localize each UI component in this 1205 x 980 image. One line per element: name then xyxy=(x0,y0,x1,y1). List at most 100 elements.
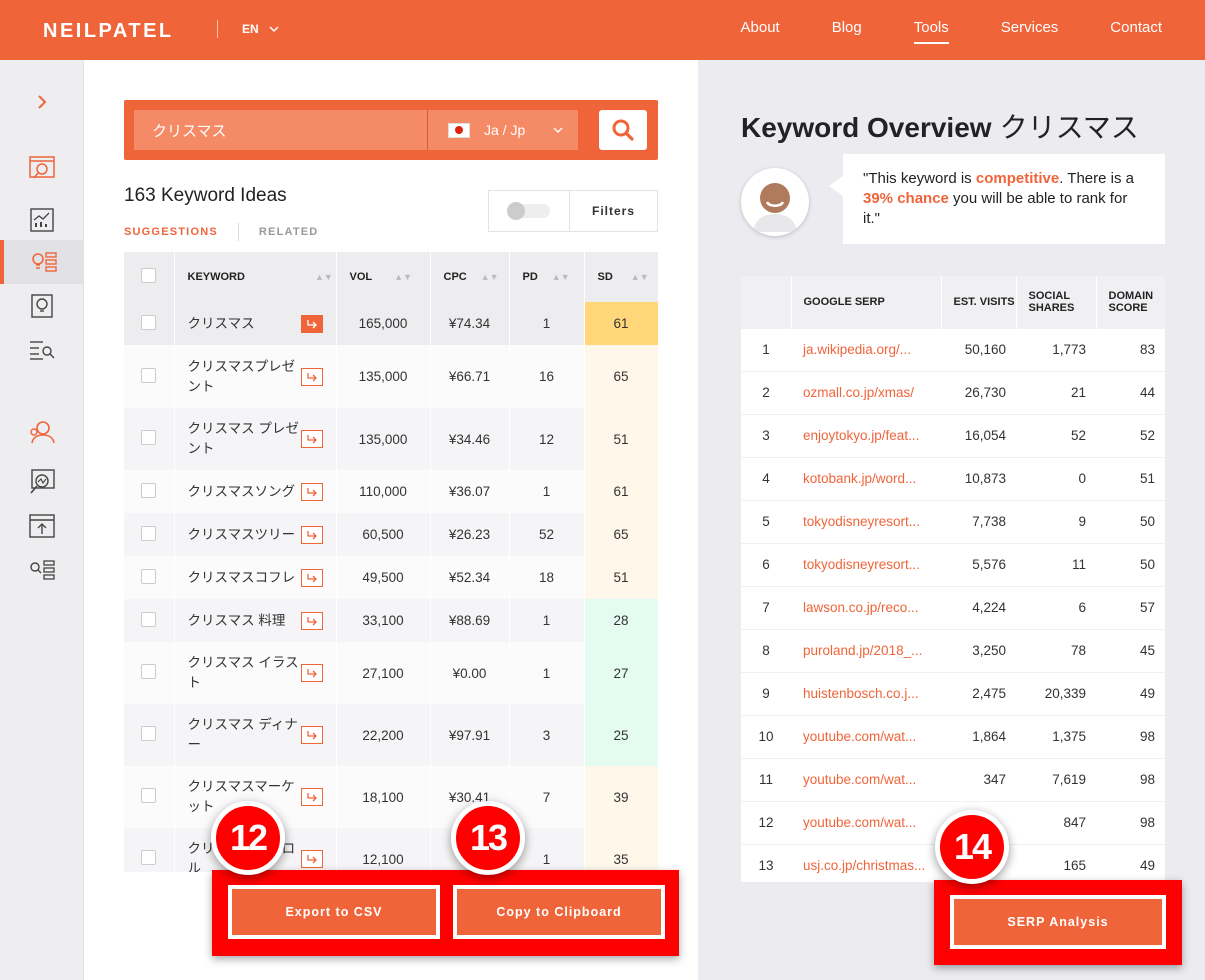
keyword-cell: クリスマスプレゼント xyxy=(174,345,337,408)
open-keyword-icon[interactable] xyxy=(300,788,323,806)
nav-blog[interactable]: Blog xyxy=(832,19,862,44)
table-row[interactable]: クリスマスキャロル 12,100 1 35 xyxy=(124,828,658,872)
social-shares-cell: 11 xyxy=(1016,542,1096,586)
table-row[interactable]: クリスマスコフレ 49,500 ¥52.34 18 51 xyxy=(124,556,658,599)
table-row[interactable]: クリスマスプレゼント 135,000 ¥66.71 16 65 xyxy=(124,345,658,408)
row-checkbox[interactable] xyxy=(141,367,157,383)
column-cpc[interactable]: CPC ▲▼ xyxy=(430,252,510,302)
pd-cell: 16 xyxy=(509,345,585,408)
row-checkbox[interactable] xyxy=(141,850,157,865)
sd-cell: 65 xyxy=(584,513,658,556)
column-keyword[interactable]: KEYWORD ▲▼ xyxy=(174,252,337,302)
table-row[interactable]: クリスマス ディナー 22,200 ¥97.91 3 25 xyxy=(124,704,658,766)
row-checkbox[interactable] xyxy=(141,525,157,541)
search-icon xyxy=(612,119,634,141)
serp-url-link[interactable]: tokyodisneyresort... xyxy=(791,499,941,543)
vol-cell: 60,500 xyxy=(336,513,431,556)
serp-analysis-button[interactable]: SERP Analysis xyxy=(950,895,1166,949)
serp-url-link[interactable]: youtube.com/wat... xyxy=(791,757,941,801)
tab-suggestions[interactable]: SUGGESTIONS xyxy=(124,226,218,238)
sidebar-item-traffic[interactable] xyxy=(0,198,84,242)
sidebar-item-content-ideas[interactable] xyxy=(0,284,84,328)
cpc-cell: ¥74.34 xyxy=(430,302,510,345)
row-checkbox[interactable] xyxy=(141,430,157,445)
nav-services[interactable]: Services xyxy=(1001,19,1059,44)
filter-toggle[interactable] xyxy=(489,191,570,231)
sidebar-item-site-audit[interactable] xyxy=(0,146,84,190)
serp-url-link[interactable]: huistenbosch.co.j... xyxy=(791,671,941,715)
table-row[interactable]: クリスマス 料理 33,100 ¥88.69 1 28 xyxy=(124,599,658,642)
sidebar-expand[interactable] xyxy=(0,80,84,124)
open-keyword-icon[interactable] xyxy=(300,664,323,682)
serp-row: 3 enjoytokyo.jp/feat... 16,054 52 52 xyxy=(741,413,1165,457)
japan-flag-icon xyxy=(448,122,470,138)
filters-button[interactable]: Filters xyxy=(570,191,657,231)
table-row[interactable]: クリスマス プレゼント 135,000 ¥34.46 12 51 xyxy=(124,408,658,470)
open-keyword-icon[interactable] xyxy=(300,850,323,868)
cpc-cell: ¥34.46 xyxy=(430,408,510,470)
keyword-search-input[interactable] xyxy=(134,110,427,150)
row-checkbox[interactable] xyxy=(141,726,157,741)
language-selector[interactable]: EN xyxy=(242,22,279,36)
domain-score-cell: 50 xyxy=(1096,542,1165,586)
table-row[interactable]: クリスマスツリー 60,500 ¥26.23 52 65 xyxy=(124,513,658,556)
column-sd[interactable]: SD ▲▼ xyxy=(584,252,658,302)
search-button[interactable] xyxy=(599,110,647,150)
table-row[interactable]: クリスマスソング 110,000 ¥36.07 1 61 xyxy=(124,470,658,513)
sort-icon: ▲▼ xyxy=(314,272,333,283)
rank-cell: 2 xyxy=(741,370,791,414)
keyword-cell: クリスマス ディナー xyxy=(174,704,337,766)
cpc-cell: ¥36.07 xyxy=(430,470,510,513)
open-keyword-icon[interactable] xyxy=(300,726,323,744)
nav-contact[interactable]: Contact xyxy=(1110,19,1162,44)
serp-url-link[interactable]: tokyodisneyresort... xyxy=(791,542,941,586)
serp-url-link[interactable]: ozmall.co.jp/xmas/ xyxy=(791,370,941,414)
sidebar-item-rank-tracking[interactable] xyxy=(0,504,84,548)
serp-url-link[interactable]: youtube.com/wat... xyxy=(791,800,941,844)
language-location-select[interactable]: Ja / Jp xyxy=(428,110,578,150)
serp-url-link[interactable]: youtube.com/wat... xyxy=(791,714,941,758)
open-keyword-icon[interactable] xyxy=(300,525,323,544)
open-keyword-icon[interactable] xyxy=(300,482,323,501)
serp-url-link[interactable]: lawson.co.jp/reco... xyxy=(791,585,941,629)
nav-about[interactable]: About xyxy=(741,19,780,44)
sidebar-item-backlinks[interactable] xyxy=(0,328,84,372)
vol-cell: 27,100 xyxy=(336,642,431,704)
tab-related[interactable]: RELATED xyxy=(259,226,319,238)
serp-url-link[interactable]: ja.wikipedia.org/... xyxy=(791,327,941,371)
sidebar-item-keyword-ideas[interactable] xyxy=(0,240,84,284)
sidebar-item-search-list[interactable] xyxy=(0,548,84,592)
table-row[interactable]: クリスマス イラスト 27,100 ¥0.00 1 27 xyxy=(124,642,658,704)
row-checkbox-cell xyxy=(124,470,175,513)
keyword-cell: クリスマス 料理 xyxy=(174,599,337,642)
serp-url-link[interactable]: enjoytokyo.jp/feat... xyxy=(791,413,941,457)
export-csv-button[interactable]: Export to CSV xyxy=(228,885,440,939)
row-checkbox[interactable] xyxy=(141,611,157,627)
select-all-checkbox[interactable] xyxy=(141,268,157,283)
row-checkbox[interactable] xyxy=(141,314,157,330)
sidebar-item-analyzer[interactable] xyxy=(0,460,84,504)
open-keyword-icon[interactable] xyxy=(300,314,323,333)
table-row[interactable]: クリスマスマーケット 18,100 ¥30.41 7 39 xyxy=(124,766,658,828)
copy-clipboard-button[interactable]: Copy to Clipboard xyxy=(453,885,665,939)
open-keyword-icon[interactable] xyxy=(300,611,323,630)
vol-cell: 110,000 xyxy=(336,470,431,513)
row-checkbox[interactable] xyxy=(141,788,157,803)
serp-url-link[interactable]: usj.co.jp/christmas... xyxy=(791,843,941,882)
nav-tools[interactable]: Tools xyxy=(913,19,949,44)
serp-url-link[interactable]: kotobank.jp/word... xyxy=(791,456,941,500)
open-keyword-icon[interactable] xyxy=(300,568,323,587)
row-checkbox[interactable] xyxy=(141,568,157,584)
open-keyword-icon[interactable] xyxy=(300,367,323,386)
overview-title-text: Keyword Overview xyxy=(741,112,992,143)
row-checkbox[interactable] xyxy=(141,664,157,679)
table-row[interactable]: クリスマス 165,000 ¥74.34 1 61 xyxy=(124,302,658,345)
open-keyword-icon[interactable] xyxy=(300,430,323,448)
serp-url-link[interactable]: puroland.jp/2018_... xyxy=(791,628,941,672)
row-checkbox[interactable] xyxy=(141,482,157,498)
column-pd[interactable]: PD ▲▼ xyxy=(509,252,585,302)
sidebar-item-users[interactable] xyxy=(0,410,84,454)
column-vol[interactable]: VOL ▲▼ xyxy=(336,252,431,302)
toggle-switch[interactable] xyxy=(507,202,550,220)
site-logo[interactable]: NEILPATEL xyxy=(43,20,174,43)
